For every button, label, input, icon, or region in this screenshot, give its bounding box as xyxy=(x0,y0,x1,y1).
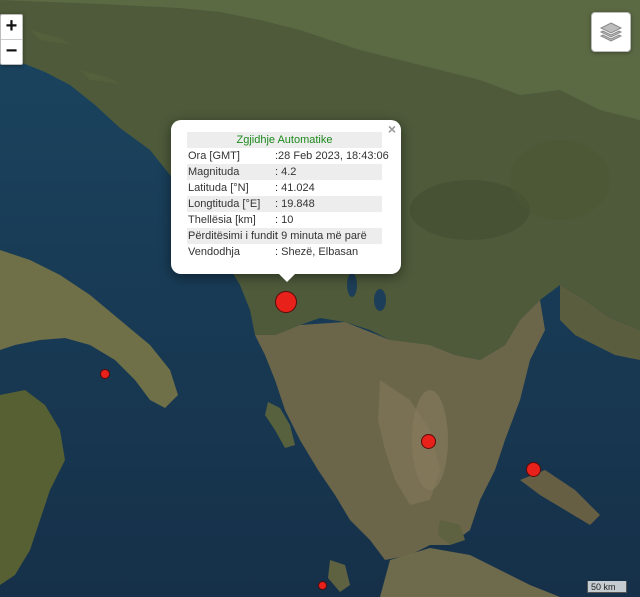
satellite-map[interactable]: + − × Zgjidhje Automatike Ora [GMT] :28 … xyxy=(0,0,640,597)
row-value: : 9 minuta më parë xyxy=(275,230,367,242)
row-value: : 4.2 xyxy=(275,166,297,178)
earthquake-marker[interactable] xyxy=(421,434,436,449)
popup-tip xyxy=(278,273,296,282)
popup-row-last-update: Përditësimi i fundit : 9 minuta më parë xyxy=(187,228,382,244)
layers-button[interactable] xyxy=(591,12,631,52)
row-label: Thellësia [km] xyxy=(188,214,256,226)
zoom-in-button[interactable]: + xyxy=(1,15,22,39)
zoom-control: + − xyxy=(0,14,23,65)
scale-bar: 50 km xyxy=(587,581,627,593)
row-value: : 41.024 xyxy=(275,182,315,194)
popup-row-location: Vendodhja : Shezë, Elbasan xyxy=(187,244,382,260)
row-label: Përditësimi i fundit xyxy=(188,230,278,242)
row-label: Magnituda xyxy=(188,166,240,178)
row-value: : 10 xyxy=(275,214,294,226)
earthquake-popup: × Zgjidhje Automatike Ora [GMT] :28 Feb … xyxy=(171,120,401,282)
earthquake-marker[interactable] xyxy=(526,462,541,477)
row-label: Latituda [°N] xyxy=(188,182,249,194)
popup-row-depth: Thellësia [km] : 10 xyxy=(187,212,382,228)
row-value: : 19.848 xyxy=(275,198,315,210)
popup-row-longitude: Longtituda [°E] : 19.848 xyxy=(187,196,382,212)
popup-row-magnitude: Magnituda : 4.2 xyxy=(187,164,382,180)
row-value: : Shezë, Elbasan xyxy=(275,246,359,258)
row-label: Vendodhja xyxy=(188,246,240,258)
row-label: Ora [GMT] xyxy=(188,150,240,162)
earthquake-marker-selected[interactable] xyxy=(275,291,297,313)
satellite-basemap xyxy=(0,0,640,597)
earthquake-marker[interactable] xyxy=(100,369,110,379)
popup-close-button[interactable]: × xyxy=(388,121,396,137)
row-label: Longtituda [°E] xyxy=(188,198,261,210)
popup-title: Zgjidhje Automatike xyxy=(187,132,382,148)
row-value: :28 Feb 2023, 18:43:06 xyxy=(275,150,389,162)
earthquake-marker[interactable] xyxy=(318,581,327,590)
zoom-out-button[interactable]: − xyxy=(1,39,22,64)
layers-icon xyxy=(599,22,623,42)
popup-row-time: Ora [GMT] :28 Feb 2023, 18:43:06 xyxy=(187,148,389,164)
popup-row-latitude: Latituda [°N] : 41.024 xyxy=(187,180,382,196)
